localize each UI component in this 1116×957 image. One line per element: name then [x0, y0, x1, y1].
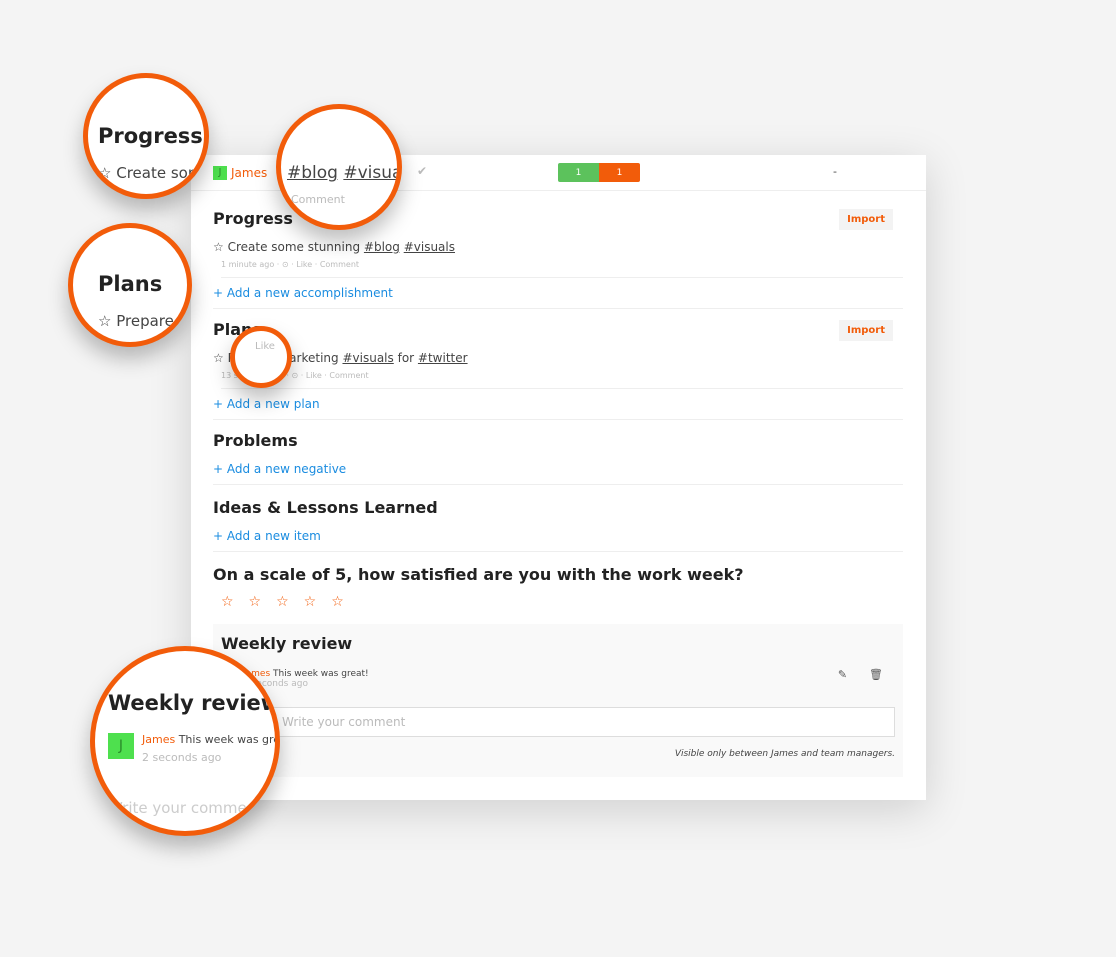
ideas-section: Ideas & Lessons Learned + Add a new item — [213, 498, 903, 552]
check-icon: ✔ — [417, 164, 428, 178]
comment-input[interactable]: Write your comment — [273, 707, 895, 737]
import-button[interactable]: Import — [839, 209, 893, 230]
comment-text: This week was great! — [273, 669, 369, 679]
plans-section: Plans Import ☆ Prepare marketing #visual… — [213, 320, 903, 420]
user-label[interactable]: J James — [213, 166, 267, 180]
user-name: James — [231, 166, 268, 180]
ideas-title: Ideas & Lessons Learned — [213, 498, 438, 517]
status-bar: 11 — [558, 163, 640, 182]
list-item: ☆ Prepare marketing #visuals for #twitte… — [213, 351, 468, 365]
zoom-review-title: Weekly review — [108, 691, 280, 715]
zoom-tag: #visuals — [343, 163, 402, 183]
zoom-plans: Plans ☆ Prepare — [68, 223, 192, 347]
zoom-avatar: J — [108, 733, 134, 759]
problems-title: Problems — [213, 431, 298, 450]
item-meta: 13 seconds ago · ⊙ · Like · Comment — [221, 371, 903, 389]
zoom-tag: #blog — [287, 163, 338, 183]
item-meta: 1 minute ago · ⊙ · Like · Comment — [221, 260, 903, 278]
add-accomplishment-link[interactable]: + Add a new accomplishment — [213, 278, 903, 309]
tag-link[interactable]: #twitter — [418, 351, 468, 365]
import-button[interactable]: Import — [839, 320, 893, 341]
zoom-like-text: Like — [255, 341, 275, 352]
zoom-author: James — [142, 733, 176, 746]
tag-link[interactable]: #visuals — [342, 351, 393, 365]
comment-link[interactable]: Comment — [329, 371, 368, 380]
list-item: ☆ Create some stunning #blog #visuals — [213, 240, 455, 254]
add-item-link[interactable]: + Add a new item — [213, 521, 903, 552]
avatar: J — [213, 166, 227, 180]
timestamp: 1 minute ago — [221, 260, 275, 269]
zoom-text: Prepare — [116, 312, 174, 330]
zoom-review: Weekly review J James This week was grea… — [90, 646, 280, 836]
item-text: Create some stunning — [227, 240, 361, 254]
weekly-report-card: J James ✔ 11 - Progress Import ☆ Create s… — [191, 155, 926, 800]
zoom-text: This week was grea — [178, 733, 280, 746]
bar-orange: 1 — [599, 163, 640, 182]
comment-link[interactable]: Comment — [320, 260, 359, 269]
comment-time: 2 seconds ago — [243, 679, 308, 689]
zoom-placeholder: Write your comment — [108, 799, 263, 817]
zoom-text: Create some — [116, 164, 209, 182]
edit-icon[interactable]: ✎ — [838, 668, 847, 681]
zoom-tags: #blog #visuals Comment — [276, 104, 402, 230]
like-link[interactable]: Like — [306, 371, 322, 380]
review-title: Weekly review — [221, 634, 353, 653]
zoom-progress-title: Progress — [98, 124, 203, 148]
tag-link[interactable]: #blog — [364, 240, 400, 254]
zoom-plans-title: Plans — [98, 272, 163, 296]
plans-title: Plans — [213, 320, 262, 339]
zoom-comment: Comment — [291, 193, 345, 206]
zoom-time: 2 seconds ago — [142, 751, 222, 764]
rating-section: On a scale of 5, how satisfied are you w… — [213, 565, 903, 610]
add-negative-link[interactable]: + Add a new negative — [213, 454, 903, 485]
dash: - — [833, 165, 837, 178]
rating-question: On a scale of 5, how satisfied are you w… — [213, 565, 744, 584]
tag-link[interactable]: #visuals — [404, 240, 455, 254]
zoom-plans-item: ☆ Prepare — [98, 312, 174, 330]
like-link[interactable]: Like — [296, 260, 312, 269]
bar-green: 1 — [558, 163, 599, 182]
add-plan-link[interactable]: + Add a new plan — [213, 389, 903, 420]
review-comment: James This week was great! — [243, 669, 903, 679]
trash-icon[interactable]: 🗑 — [869, 668, 883, 681]
visibility-note: Visible only between James and team mana… — [674, 749, 895, 759]
star-rating[interactable]: ☆☆☆☆☆ — [221, 594, 903, 610]
item-text: for — [397, 351, 415, 365]
zoom-like: Like — [230, 326, 292, 388]
zoom-progress-item: ☆ Create some — [98, 164, 209, 182]
zoom-progress: Progress ☆ Create some — [83, 73, 209, 199]
problems-section: Problems + Add a new negative — [213, 431, 903, 485]
weekly-review: Weekly review James This week was great!… — [213, 624, 903, 777]
